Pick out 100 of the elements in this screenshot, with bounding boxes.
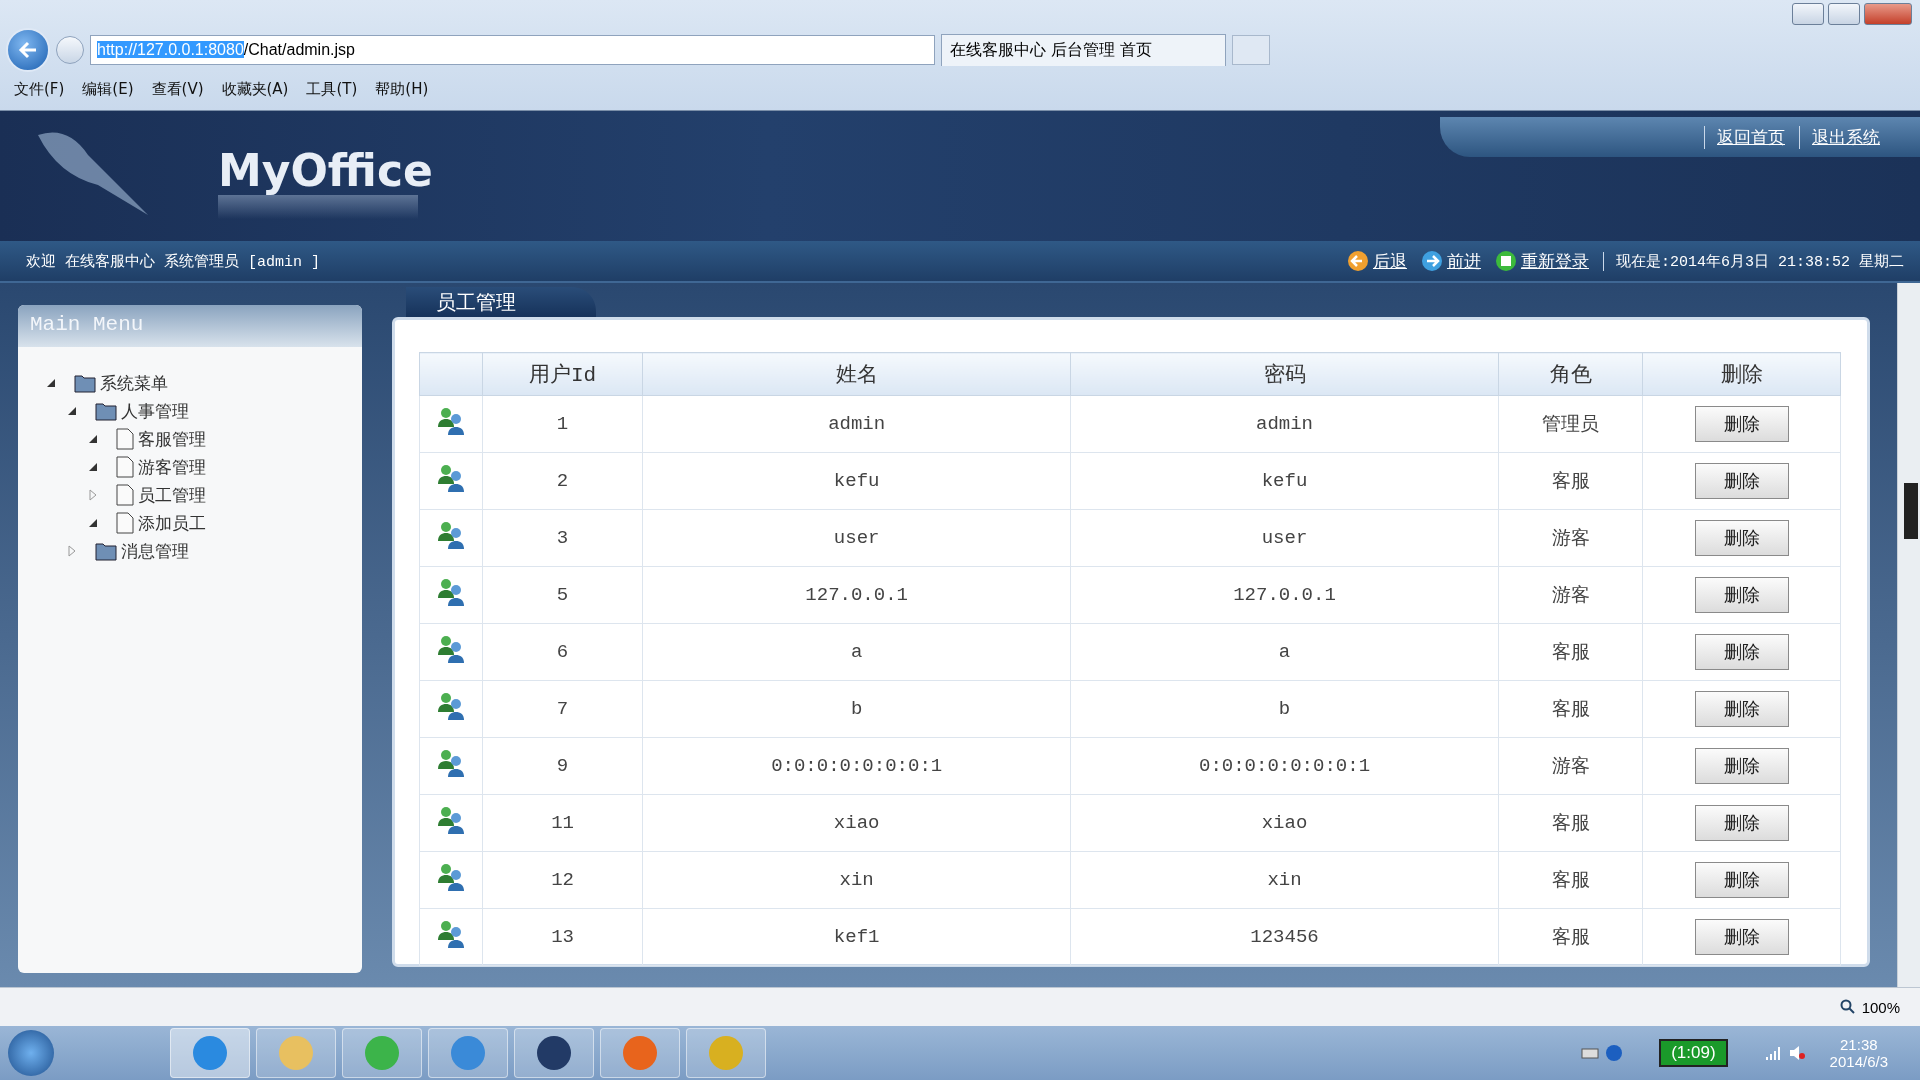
tree-item-label[interactable]: 添加员工	[138, 511, 206, 535]
back-button[interactable]	[6, 28, 50, 72]
menu-item[interactable]: 帮助(H)	[375, 79, 429, 99]
nav-link[interactable]: 重新登录	[1494, 249, 1589, 273]
table-cell: admin	[1070, 395, 1499, 453]
folder-icon	[95, 401, 117, 421]
muted-speaker-icon[interactable]	[1787, 1044, 1806, 1062]
close-button[interactable]	[1864, 3, 1912, 25]
nav-link[interactable]: 前进	[1420, 249, 1481, 273]
help-icon[interactable]	[1605, 1044, 1624, 1062]
table-cell: 客服	[1498, 851, 1643, 909]
app-icon	[621, 1034, 659, 1072]
table-cell: 管理员	[1498, 395, 1643, 453]
table-cell: 游客	[1498, 566, 1643, 624]
table-cell: 5	[482, 566, 643, 624]
nav-link[interactable]: 后退	[1346, 249, 1407, 273]
minimize-button[interactable]	[1792, 3, 1824, 25]
table-cell: xin	[1070, 851, 1499, 909]
delete-button[interactable]: 删除	[1694, 748, 1789, 784]
delete-button[interactable]: 删除	[1694, 520, 1789, 556]
scrollbar[interactable]	[1897, 283, 1920, 987]
menu-item[interactable]: 查看(V)	[151, 79, 204, 99]
collapsed-triangle-icon[interactable]	[67, 545, 77, 557]
expanded-triangle-icon[interactable]	[67, 405, 77, 417]
start-button[interactable]	[8, 1030, 54, 1076]
new-tab-button[interactable]	[1232, 35, 1270, 65]
menu-item[interactable]: 收藏夹(A)	[221, 79, 289, 99]
zoom-level[interactable]: 100%	[1861, 998, 1900, 1016]
folder-icon	[95, 541, 117, 561]
table-cell: b	[1070, 680, 1499, 738]
delete-button[interactable]: 删除	[1694, 406, 1789, 442]
panel-tab[interactable]: 员工管理	[406, 287, 596, 317]
table-cell: user	[642, 509, 1071, 567]
table-cell: xiao	[1070, 794, 1499, 852]
menu-item[interactable]: 编辑(E)	[82, 79, 134, 99]
expanded-triangle-icon[interactable]	[88, 461, 98, 473]
table-cell: 客服	[1498, 623, 1643, 681]
page-icon	[116, 456, 134, 478]
table-cell: a	[642, 623, 1071, 681]
tree-item-label[interactable]: 消息管理	[121, 539, 189, 563]
expanded-triangle-icon[interactable]	[46, 377, 56, 389]
tree-item-label[interactable]: 游客管理	[138, 455, 206, 479]
expanded-triangle-icon[interactable]	[88, 433, 98, 445]
delete-button[interactable]: 删除	[1694, 805, 1789, 841]
table-cell: 11	[482, 794, 643, 852]
expanded-triangle-icon[interactable]	[88, 517, 98, 529]
app-icon	[191, 1034, 229, 1072]
page-icon	[116, 512, 134, 534]
collapsed-triangle-icon[interactable]	[88, 489, 98, 501]
table-cell: 0:0:0:0:0:0:0:1	[1070, 737, 1499, 795]
app-icon	[707, 1034, 745, 1072]
table-cell: 127.0.0.1	[642, 566, 1071, 624]
table-cell: 127.0.0.1	[1070, 566, 1499, 624]
tree-item-label[interactable]: 人事管理	[121, 399, 189, 423]
delete-button[interactable]: 删除	[1694, 919, 1789, 955]
sidebar-title: Main Menu	[18, 305, 362, 347]
page-icon	[116, 484, 134, 506]
tree-item-label[interactable]: 客服管理	[138, 427, 206, 451]
welcome-text: 欢迎 在线客服中心 系统管理员 [admin ]	[26, 252, 321, 271]
table-cell: 游客	[1498, 737, 1643, 795]
delete-button[interactable]: 删除	[1694, 634, 1789, 670]
forward-button[interactable]	[56, 36, 84, 64]
table-cell: user	[1070, 509, 1499, 567]
browser-tab[interactable]: 在线客服中心 后台管理 首页	[941, 34, 1226, 66]
tree-item-label[interactable]: 系统菜单	[100, 371, 168, 395]
taskbar-app-button[interactable]	[514, 1028, 594, 1078]
table-cell: 2	[482, 452, 643, 510]
restore-button[interactable]	[1828, 3, 1860, 25]
table-cell: kef1	[642, 908, 1071, 966]
table-cell: xiao	[642, 794, 1071, 852]
app-icon	[277, 1034, 315, 1072]
current-time-text: 现在是:2014年6月3日 21:38:52 星期二	[1602, 251, 1904, 271]
table-cell: 客服	[1498, 680, 1643, 738]
table-cell: 客服	[1498, 452, 1643, 510]
table-cell: 1	[482, 395, 643, 453]
table-header: 密码	[1070, 352, 1499, 396]
header-link[interactable]: 退出系统	[1799, 125, 1880, 149]
logo-text: MyOffice	[218, 147, 433, 195]
back-arrow-icon	[18, 40, 38, 60]
table-cell: 13	[482, 908, 643, 966]
table-cell: 7	[482, 680, 643, 738]
table-cell: xin	[642, 851, 1071, 909]
delete-button[interactable]: 删除	[1694, 862, 1789, 898]
menu-item[interactable]: 工具(T)	[306, 79, 358, 99]
table-cell: b	[642, 680, 1071, 738]
header-link[interactable]: 返回首页	[1704, 125, 1785, 149]
delete-button[interactable]: 删除	[1694, 691, 1789, 727]
delete-button[interactable]: 删除	[1694, 577, 1789, 613]
folder-icon	[74, 373, 96, 393]
table-cell: 3	[482, 509, 643, 567]
app-icon	[363, 1034, 401, 1072]
table-cell: 9	[482, 737, 643, 795]
table-header: 角色	[1498, 352, 1643, 396]
table-header: 删除	[1642, 352, 1841, 396]
menu-item[interactable]: 文件(F)	[14, 79, 65, 99]
app-icon	[449, 1034, 487, 1072]
tree-item-label[interactable]: 员工管理	[138, 483, 206, 507]
table-cell: 客服	[1498, 794, 1643, 852]
delete-button[interactable]: 删除	[1694, 463, 1789, 499]
network-signal-icon[interactable]	[1763, 1044, 1782, 1062]
